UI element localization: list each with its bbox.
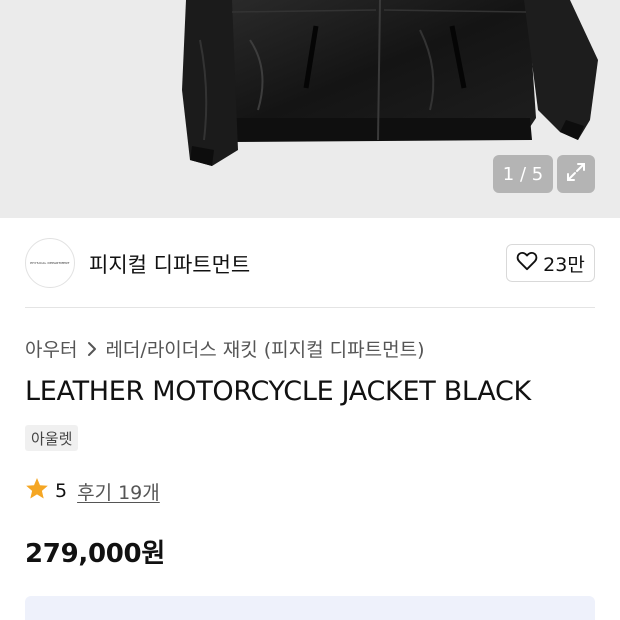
- breadcrumb: 아우터 레더/라이더스 재킷 (피지컬 디파트먼트): [25, 335, 424, 362]
- divider: [25, 307, 595, 308]
- brand-logo[interactable]: PHYSICAL DEPARTMENT: [25, 238, 75, 288]
- heart-outline-icon: [516, 251, 538, 275]
- like-count: 23만: [543, 253, 585, 276]
- image-counter: 1 / 5: [493, 155, 553, 193]
- promo-banner[interactable]: [25, 596, 595, 620]
- rating-row: 5 후기 19개: [25, 477, 160, 505]
- product-price: 279,000원: [25, 539, 165, 569]
- breadcrumb-subcategory[interactable]: 레더/라이더스 재킷 (피지컬 디파트먼트): [105, 335, 424, 362]
- chevron-right-icon: [87, 341, 97, 357]
- expand-button[interactable]: [557, 155, 595, 193]
- rating-score: 5: [55, 480, 68, 502]
- like-button[interactable]: 23만: [506, 244, 595, 282]
- brand-logo-text: PHYSICAL DEPARTMENT: [30, 261, 70, 265]
- star-icon: [25, 477, 49, 505]
- outlet-badge: 아울렛: [25, 425, 79, 451]
- expand-icon: [565, 161, 587, 187]
- product-image-gallery[interactable]: 1 / 5: [0, 0, 620, 218]
- product-title: LEATHER MOTORCYCLE JACKET BLACK: [25, 376, 531, 407]
- reviews-link[interactable]: 후기 19개: [77, 478, 160, 505]
- brand-row: PHYSICAL DEPARTMENT 피지컬 디파트먼트 23만: [0, 218, 620, 308]
- breadcrumb-category[interactable]: 아우터: [25, 335, 77, 362]
- brand-name[interactable]: 피지컬 디파트먼트: [89, 249, 250, 279]
